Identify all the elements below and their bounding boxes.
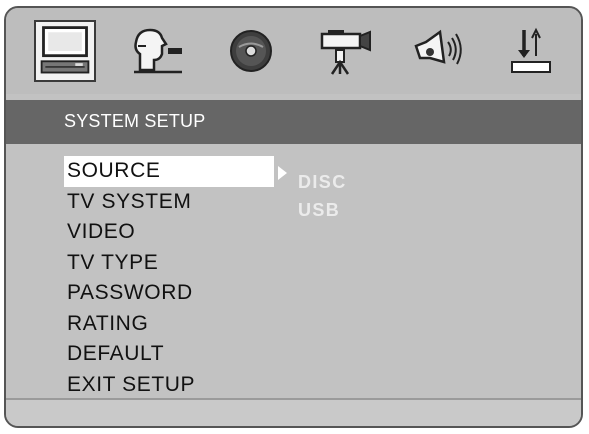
menu-item-rating[interactable]: RATING: [64, 309, 274, 340]
menu-item-password[interactable]: PASSWORD: [64, 278, 274, 309]
setup-menu-window: SYSTEM SETUP SOURCE TV SYSTEM VIDEO TV T…: [4, 6, 583, 428]
source-submenu: DISC USB: [298, 168, 347, 224]
menu-item-default[interactable]: DEFAULT: [64, 339, 274, 370]
title-bar: SYSTEM SETUP: [6, 100, 581, 144]
menu-item-source[interactable]: SOURCE: [64, 156, 274, 187]
submenu-option-usb[interactable]: USB: [298, 196, 347, 224]
submenu-option-disc[interactable]: DISC: [298, 168, 347, 196]
menu-item-tv-type[interactable]: TV TYPE: [64, 248, 274, 279]
sort-icon[interactable]: [500, 20, 562, 82]
menu-item-tv-system[interactable]: TV SYSTEM: [64, 187, 274, 218]
language-profile-icon[interactable]: [126, 20, 188, 82]
submenu-arrow-icon: [278, 166, 287, 180]
category-icon-bar: [6, 8, 581, 94]
camera-icon[interactable]: [314, 20, 376, 82]
speaker-icon[interactable]: [406, 20, 468, 82]
setup-menu-list: SOURCE TV SYSTEM VIDEO TV TYPE PASSWORD …: [64, 156, 274, 400]
menu-item-video[interactable]: VIDEO: [64, 217, 274, 248]
page-title: SYSTEM SETUP: [64, 111, 206, 131]
status-bar: [6, 398, 581, 426]
menu-item-exit-setup[interactable]: EXIT SETUP: [64, 370, 274, 401]
disc-icon[interactable]: [220, 20, 282, 82]
system-monitor-icon[interactable]: [34, 20, 96, 82]
